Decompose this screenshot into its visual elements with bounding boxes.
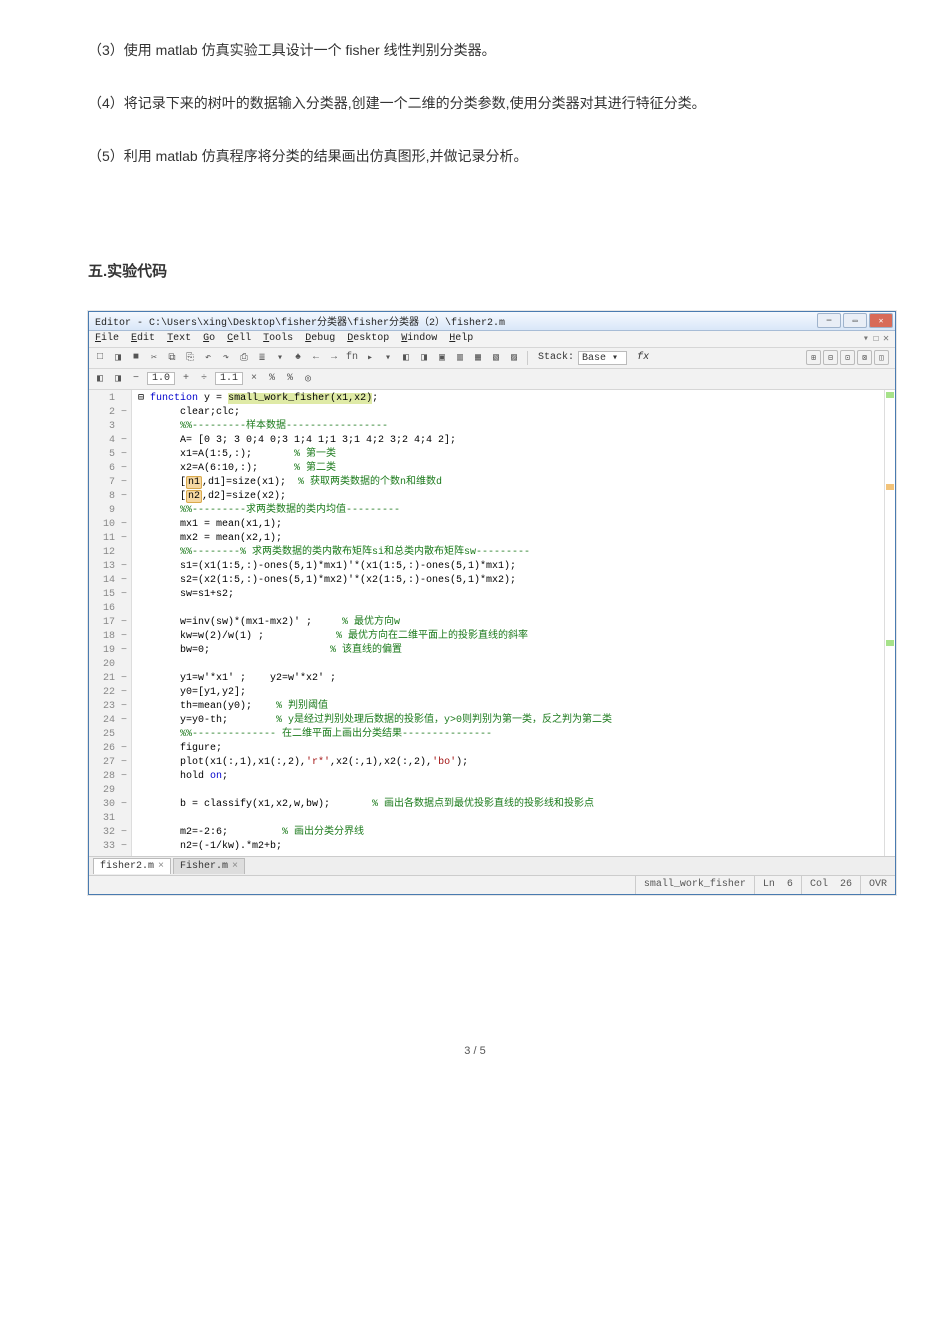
maximize-button[interactable]: ▭ (843, 313, 867, 328)
toolbar-icon-3[interactable]: ✂ (147, 351, 161, 365)
toolbar-icon-11[interactable]: ♠ (291, 351, 305, 365)
plus-button[interactable]: + (179, 372, 193, 386)
stack-selector[interactable]: Base ▾ (578, 351, 627, 365)
toolbar-icon-8[interactable]: ⎙ (237, 351, 251, 365)
dock-dropdown-icon[interactable]: ▾ (863, 333, 869, 345)
file-tab[interactable]: Fisher.m× (173, 858, 245, 874)
menu-go[interactable]: Go (203, 333, 215, 344)
paragraph-4: （4）将记录下来的树叶的数据输入分类器,创建一个二维的分类参数,使用分类器对其进… (60, 91, 890, 116)
layout-icon-0[interactable]: ⊞ (806, 350, 821, 365)
scale-2-input[interactable]: 1.1 (215, 372, 243, 385)
section-heading: 五.实验代码 (88, 260, 890, 281)
scale-1-input[interactable]: 1.0 (147, 372, 175, 385)
circle-icon[interactable]: ◎ (301, 372, 315, 386)
toolbar-icon-16[interactable]: ▾ (381, 351, 395, 365)
toolbar-icon-9[interactable]: ≣ (255, 351, 269, 365)
layout-icon-1[interactable]: ⊟ (823, 350, 838, 365)
status-line: Ln 6 (754, 876, 801, 894)
toolbar-icon-5[interactable]: ⎘ (183, 351, 197, 365)
menu-tools[interactable]: Tools (263, 333, 293, 344)
menu-desktop[interactable]: Desktop (347, 333, 389, 344)
title-bar[interactable]: Editor - C:\Users\xing\Desktop\fisher分类器… (89, 312, 895, 331)
tab-close-icon[interactable]: × (158, 861, 164, 872)
cell-toolbar[interactable]: ◧ ◨ − 1.0 + ÷ 1.1 × % % ◎ (89, 369, 895, 390)
file-tab[interactable]: fisher2.m× (93, 858, 171, 874)
toolbar-icon-17[interactable]: ◧ (399, 351, 413, 365)
toolbar-icon-1[interactable]: ◨ (111, 351, 125, 365)
menu-text[interactable]: Text (167, 333, 191, 344)
toolbar-icon-13[interactable]: → (327, 351, 341, 365)
status-bar: small_work_fisher Ln 6 Col 26 OVR (89, 875, 895, 894)
minus-button[interactable]: − (129, 372, 143, 386)
matlab-editor-window: Editor - C:\Users\xing\Desktop\fisher分类器… (88, 311, 896, 895)
toolbar-icon-6[interactable]: ↶ (201, 351, 215, 365)
toolbar-icon-19[interactable]: ▣ (435, 351, 449, 365)
message-ribbon[interactable] (884, 390, 895, 856)
code-area[interactable]: 1 2 −3 4 −5 −6 −7 −8 −9 10 −11 −12 13 −1… (89, 390, 895, 856)
percent2-icon[interactable]: % (283, 372, 297, 386)
times-button[interactable]: × (247, 372, 261, 386)
toolbar-icon-15[interactable]: ▸ (363, 351, 377, 365)
toolbar-separator (527, 351, 528, 365)
toolbar-icon-18[interactable]: ◨ (417, 351, 431, 365)
toolbar-icon-20[interactable]: ▥ (453, 351, 467, 365)
file-tab-bar[interactable]: fisher2.m×Fisher.m× (89, 856, 895, 875)
window-close-icon[interactable]: ✕ (883, 333, 889, 345)
menu-bar[interactable]: File Edit Text Go Cell Tools Debug Desktop Windo… (89, 331, 895, 348)
toolbar-icon-14[interactable]: fn (345, 351, 359, 365)
layout-icon-3[interactable]: ⊠ (857, 350, 872, 365)
fx-button[interactable]: fx (637, 352, 649, 363)
menu-cell[interactable]: Cell (227, 333, 251, 344)
divide-button[interactable]: ÷ (197, 372, 211, 386)
layout-icon-2[interactable]: ⊡ (840, 350, 855, 365)
minimize-button[interactable]: — (817, 313, 841, 328)
toolbar-icon-7[interactable]: ↷ (219, 351, 233, 365)
status-mode: OVR (860, 876, 895, 894)
tab-close-icon[interactable]: × (232, 861, 238, 872)
menu-help[interactable]: Help (449, 333, 473, 344)
toolbar-icon-0[interactable]: □ (93, 351, 107, 365)
menu-file[interactable]: File (95, 333, 119, 344)
status-function: small_work_fisher (635, 876, 754, 894)
toolbar-icon-21[interactable]: ▦ (471, 351, 485, 365)
menu-edit[interactable]: Edit (131, 333, 155, 344)
menu-window[interactable]: Window (401, 333, 437, 344)
code-body[interactable]: ⊟ function y = small_work_fisher(x1,x2);… (132, 390, 884, 856)
toolbar-icon-23[interactable]: ▨ (507, 351, 521, 365)
paragraph-5: （5）利用 matlab 仿真程序将分类的结果画出仿真图形,并做记录分析。 (60, 144, 890, 169)
line-gutter[interactable]: 1 2 −3 4 −5 −6 −7 −8 −9 10 −11 −12 13 −1… (89, 390, 132, 856)
window-tile-icon[interactable]: ☐ (873, 333, 879, 345)
close-button[interactable]: ✕ (869, 313, 893, 328)
main-toolbar[interactable]: □◨■✂⧉⎘↶↷⎙≣▾♠←→fn▸▾◧◨▣▥▦▧▨ Stack: Base ▾ … (89, 348, 895, 369)
cell-prev-icon[interactable]: ◧ (93, 372, 107, 386)
stack-label: Stack: (538, 352, 574, 363)
cell-next-icon[interactable]: ◨ (111, 372, 125, 386)
layout-icon-4[interactable]: ◫ (874, 350, 889, 365)
toolbar-icon-12[interactable]: ← (309, 351, 323, 365)
toolbar-icon-2[interactable]: ■ (129, 351, 143, 365)
menu-debug[interactable]: Debug (305, 333, 335, 344)
window-title: Editor - C:\Users\xing\Desktop\fisher分类器… (95, 313, 505, 329)
toolbar-icon-4[interactable]: ⧉ (165, 351, 179, 365)
paragraph-3: （3）使用 matlab 仿真实验工具设计一个 fisher 线性判别分类器。 (60, 38, 890, 63)
status-col: Col 26 (801, 876, 860, 894)
toolbar-icon-10[interactable]: ▾ (273, 351, 287, 365)
page-footer: 3 / 5 (60, 1045, 890, 1057)
percent-icon[interactable]: % (265, 372, 279, 386)
toolbar-icon-22[interactable]: ▧ (489, 351, 503, 365)
